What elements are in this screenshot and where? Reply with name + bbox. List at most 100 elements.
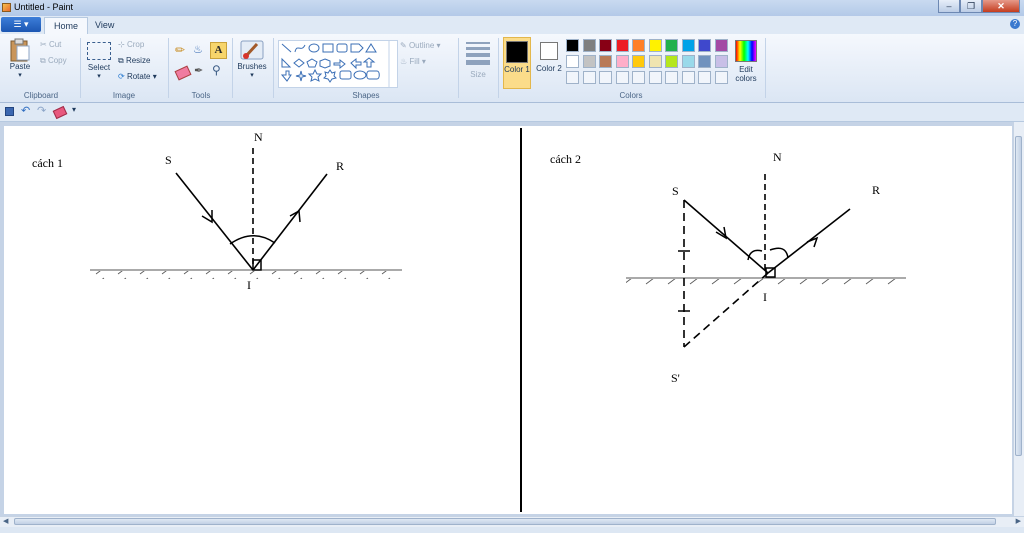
redo-icon[interactable]: ↷ (37, 104, 46, 117)
palette-color-swatch[interactable] (599, 39, 612, 52)
palette-color-swatch[interactable] (698, 55, 711, 68)
cut-button[interactable]: ✂ Cut (40, 40, 61, 49)
tab-home[interactable]: Home (44, 17, 89, 34)
palette-color-swatch[interactable] (566, 39, 579, 52)
palette-color-swatch[interactable] (615, 55, 629, 68)
window-title: Untitled - Paint (14, 2, 74, 12)
undo-icon[interactable]: ↶ (21, 104, 30, 117)
color1-button[interactable]: Color 1 (503, 37, 531, 89)
maximize-button[interactable]: ❐ (960, 0, 982, 13)
eraser-shortcut-icon[interactable] (52, 105, 68, 120)
workspace: cách 1 S N R I cách 2 S N R I S' (0, 122, 1024, 516)
title-bar: Untitled - Paint – ❐ ✕ (0, 0, 1024, 16)
shapes-gallery[interactable] (278, 40, 398, 88)
color-picker-icon[interactable]: ✒ (194, 64, 203, 77)
tab-view[interactable]: View (86, 17, 123, 33)
rotate-icon: ⟳ (118, 72, 125, 82)
group-divider (80, 38, 81, 98)
palette-custom-slot[interactable] (698, 71, 711, 84)
palette-color-swatch[interactable] (681, 39, 695, 52)
outline-button[interactable]: ✎ Outline ▾ (400, 41, 441, 50)
pencil-icon[interactable]: ✏ (175, 43, 185, 57)
clipboard-group-label: Clipboard (23, 91, 59, 100)
vertical-scrollbar[interactable] (1013, 122, 1024, 516)
image-group-label: Image (112, 91, 136, 100)
palette-custom-slot[interactable] (714, 71, 728, 84)
minimize-button[interactable]: – (938, 0, 960, 13)
palette-custom-slot[interactable] (582, 71, 596, 84)
palette-color-swatch[interactable] (648, 55, 662, 68)
size-button[interactable]: Size (464, 40, 492, 86)
vertical-scroll-thumb[interactable] (1015, 136, 1022, 456)
palette-color-swatch[interactable] (582, 39, 596, 52)
horizontal-scroll-thumb[interactable] (14, 518, 996, 525)
diagram-method-1: cách 1 S N R I (32, 130, 402, 292)
palette-custom-slot[interactable] (632, 71, 645, 84)
text-tool-icon[interactable]: A (210, 42, 227, 59)
color2-button[interactable]: Color 2 (535, 37, 563, 89)
scroll-right-icon[interactable]: ▶ (1016, 517, 1021, 525)
fill-bucket-icon[interactable]: ♨ (193, 43, 203, 56)
label-S-prime: S' (671, 371, 680, 385)
outline-label: Outline (408, 41, 435, 50)
select-rectangle-icon (87, 42, 111, 60)
resize-button[interactable]: ⧉ Resize (118, 56, 150, 66)
palette-color-swatch[interactable] (566, 55, 579, 68)
crop-icon: ⊹ (118, 40, 125, 50)
scroll-left-icon[interactable]: ◀ (3, 517, 8, 525)
palette-custom-slot[interactable] (681, 71, 695, 84)
edit-colors-button[interactable]: Edit colors (732, 38, 760, 88)
drawing-canvas[interactable]: cách 1 S N R I cách 2 S N R I S' (4, 126, 1012, 514)
palette-color-swatch[interactable] (632, 39, 645, 52)
customize-toolbar-icon[interactable]: ▾ (72, 105, 76, 114)
group-divider (168, 38, 169, 98)
eraser-icon[interactable] (174, 65, 192, 81)
crop-button[interactable]: ⊹ Crop (118, 40, 144, 49)
palette-custom-slot[interactable] (648, 71, 662, 84)
help-icon[interactable]: ? (1010, 19, 1020, 29)
edit-colors-icon (735, 40, 757, 62)
palette-custom-slot[interactable] (599, 71, 612, 84)
crop-label: Crop (126, 40, 145, 49)
close-button[interactable]: ✕ (982, 0, 1020, 13)
palette-color-swatch[interactable] (582, 55, 596, 68)
select-label: Select (87, 63, 111, 72)
select-button[interactable]: Select ▾ (85, 38, 113, 86)
diagram-method-2: cách 2 S N R I S' (550, 150, 906, 385)
scissors-icon: ✂ (40, 40, 47, 50)
save-icon[interactable] (5, 107, 14, 116)
palette-color-swatch[interactable] (681, 55, 695, 68)
group-divider (273, 38, 274, 98)
brushes-button[interactable]: Brushes ▾ (235, 38, 269, 88)
palette-custom-slot[interactable] (665, 71, 678, 84)
palette-color-swatch[interactable] (665, 39, 678, 52)
ribbon-tab-bar: ☰ ▾ Home View ? (0, 16, 1024, 35)
group-divider (458, 38, 459, 98)
paste-button[interactable]: Paste ▾ (6, 38, 34, 86)
palette-color-swatch[interactable] (599, 55, 612, 68)
brushes-label: Brushes (237, 62, 267, 71)
magnifier-icon[interactable]: ⚲ (212, 63, 221, 77)
palette-color-swatch[interactable] (648, 39, 662, 52)
fill-icon: ♨ (400, 57, 408, 67)
color-palette (566, 39, 731, 87)
resize-icon: ⧉ (118, 56, 124, 65)
rotate-button[interactable]: ⟳ Rotate ▾ (118, 72, 157, 81)
copy-icon: ⧉ (40, 56, 46, 65)
fill-button[interactable]: ♨ Fill ▾ (400, 57, 426, 66)
mirror-hatching (626, 279, 906, 287)
palette-custom-slot[interactable] (566, 71, 579, 84)
horizontal-scrollbar[interactable]: ◀ ▶ (0, 516, 1024, 527)
copy-label: Copy (47, 56, 67, 66)
label-R: R (872, 183, 880, 197)
paint-menu-button[interactable]: ☰ ▾ (1, 17, 41, 32)
palette-color-swatch[interactable] (714, 39, 728, 52)
copy-button[interactable]: ⧉ Copy (40, 56, 67, 66)
palette-color-swatch[interactable] (615, 39, 629, 52)
palette-color-swatch[interactable] (632, 55, 645, 68)
paint-app-icon[interactable] (2, 3, 11, 12)
palette-custom-slot[interactable] (615, 71, 629, 84)
palette-color-swatch[interactable] (698, 39, 711, 52)
palette-color-swatch[interactable] (665, 55, 678, 68)
palette-color-swatch[interactable] (714, 55, 728, 68)
